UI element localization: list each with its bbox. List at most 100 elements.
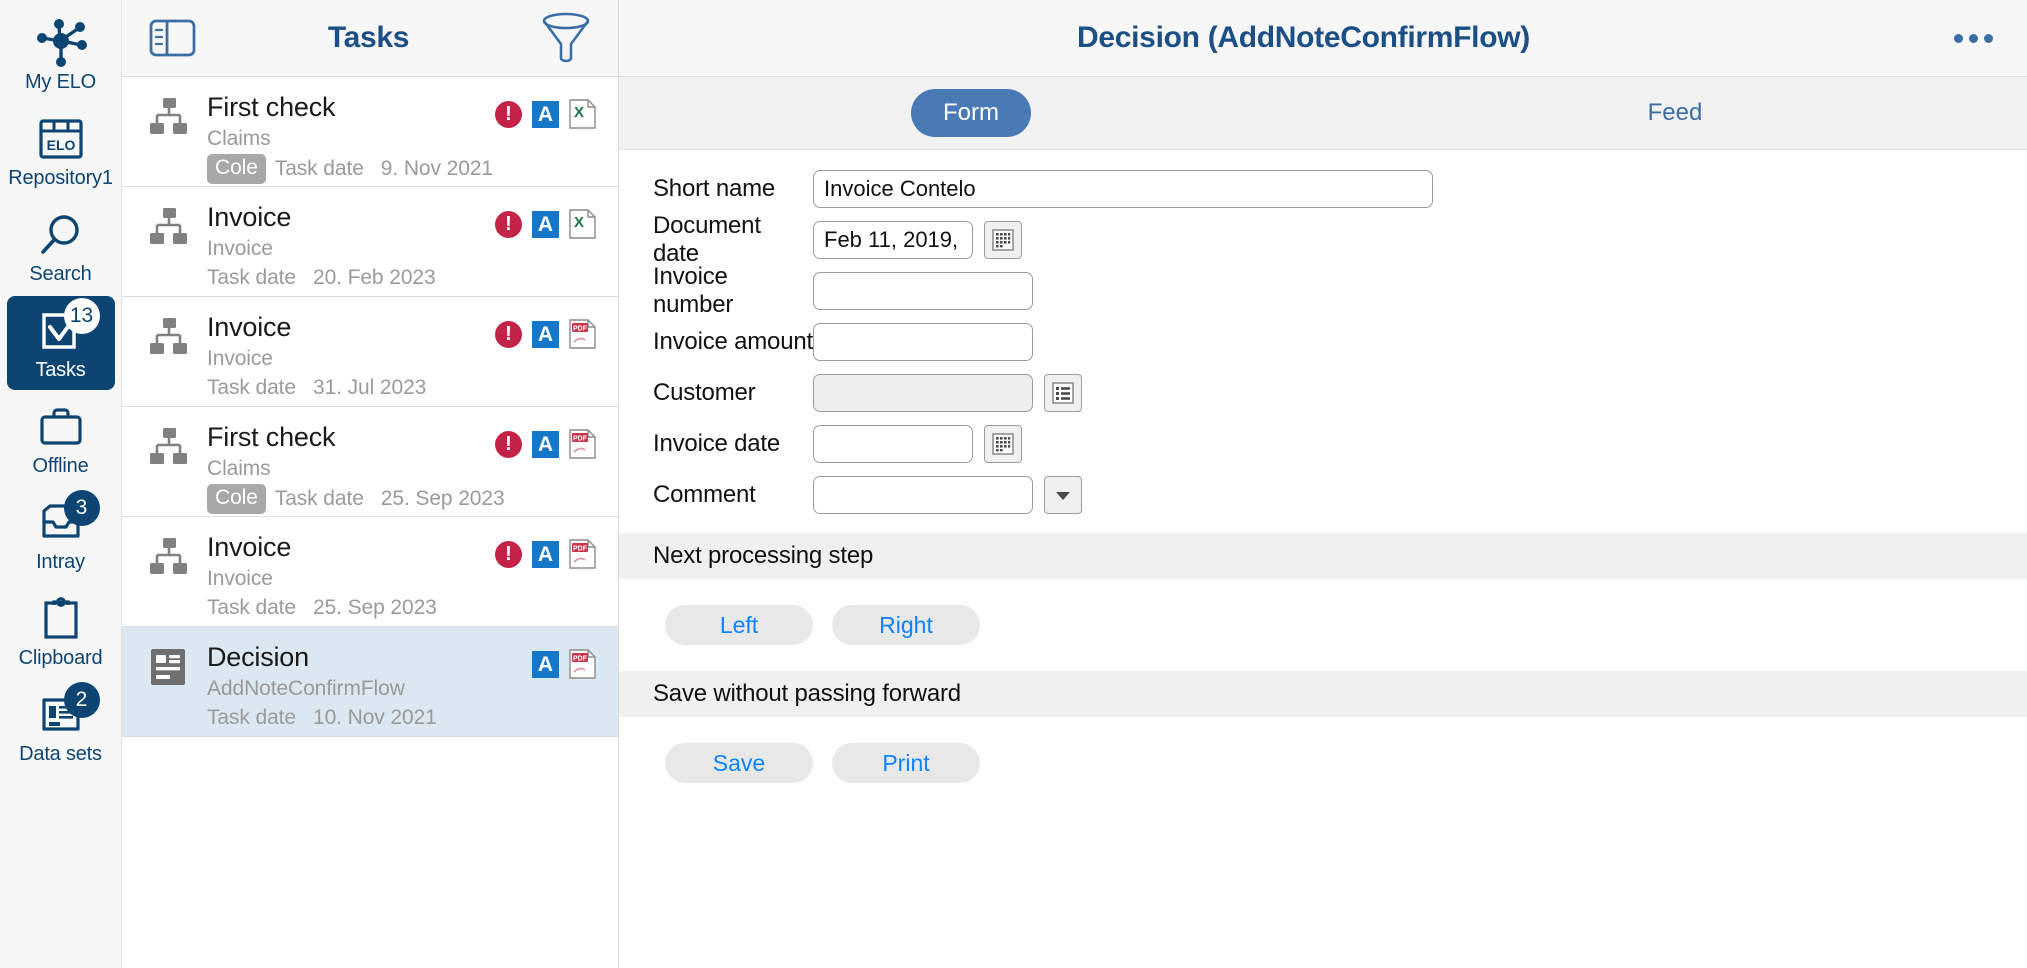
task-date-label: Task date: [207, 596, 296, 619]
task-date-value: 25. Sep 2023: [380, 487, 505, 510]
briefcase-icon: [34, 402, 88, 452]
tab-form[interactable]: Form: [619, 89, 1323, 137]
save-button[interactable]: Save: [665, 743, 813, 783]
excel-file-icon: X: [569, 99, 596, 129]
tab-label: Form: [911, 89, 1031, 137]
more-options-icon[interactable]: [1954, 33, 1993, 43]
task-row[interactable]: First check Claims Cole Task date 25. Se…: [122, 407, 618, 517]
sidebar-item-data-sets[interactable]: 2 Data sets: [7, 680, 115, 774]
document-date-input[interactable]: Feb 11, 2019,: [813, 221, 973, 259]
app-window: My ELO ELO Repository1 Search 13 Tasks O…: [0, 0, 2027, 968]
chevron-down-icon[interactable]: [1044, 476, 1082, 514]
field-document-date: Document date Feb 11, 2019,: [619, 212, 2027, 267]
left-button[interactable]: Left: [665, 605, 813, 645]
workflow-icon: [148, 421, 194, 472]
tasks-check-icon: 13: [34, 297, 100, 356]
annotation-a-icon: A: [532, 100, 559, 128]
sidebar-item-repository1[interactable]: ELO Repository1: [7, 104, 115, 198]
detail-header: Decision (AddNoteConfirmFlow): [619, 0, 2027, 77]
comment-input[interactable]: [813, 476, 1033, 514]
search-icon: [34, 210, 88, 260]
invoice-amount-input[interactable]: [813, 323, 1033, 361]
workflow-icon: [148, 311, 194, 362]
tab-label: Feed: [1647, 99, 1703, 126]
sidebar-item-clipboard[interactable]: Clipboard: [7, 584, 115, 678]
task-date-label: Task date: [274, 157, 364, 180]
task-status-icons: ! A PDF: [495, 319, 596, 349]
sidebar-item-my-elo[interactable]: My ELO: [7, 8, 115, 102]
task-status-icons: A PDF: [532, 649, 596, 679]
detail-tab-bar: Form Feed: [619, 77, 2027, 150]
invoice-date-input[interactable]: [813, 425, 973, 463]
task-date-value: 20. Feb 2023: [313, 266, 436, 289]
tab-feed[interactable]: Feed: [1323, 89, 2027, 137]
filter-funnel-icon[interactable]: [540, 10, 592, 66]
annotation-a-icon: A: [532, 210, 559, 238]
sidebar-item-offline[interactable]: Offline: [7, 392, 115, 486]
field-label: Invoice amount: [653, 328, 813, 355]
right-button[interactable]: Right: [832, 605, 980, 645]
alert-icon: !: [495, 320, 522, 348]
section-heading: Save without passing forward: [653, 680, 961, 707]
task-row[interactable]: Invoice Invoice Task date 20. Feb 2023 !…: [122, 187, 618, 297]
task-rows-container: First check Claims Cole Task date 9. Nov…: [122, 77, 618, 968]
field-label: Document date: [653, 212, 761, 267]
field-label: Invoice date: [653, 430, 781, 457]
task-date-label: Task date: [274, 487, 364, 510]
print-button[interactable]: Print: [832, 743, 980, 783]
pdf-file-icon: PDF: [569, 539, 596, 569]
calendar-icon[interactable]: [984, 425, 1022, 463]
task-subtitle: Claims: [207, 127, 271, 150]
alert-icon: !: [495, 210, 522, 238]
alert-icon: !: [495, 100, 522, 128]
pdf-file-icon: PDF: [569, 429, 596, 459]
detail-panel: Decision (AddNoteConfirmFlow) Form Feed …: [619, 0, 2027, 968]
task-date-value: 31. Jul 2023: [313, 376, 427, 399]
sidebar-item-tasks[interactable]: 13 Tasks: [6, 296, 115, 390]
task-meta: Cole Task date 25. Sep 2023: [207, 484, 596, 514]
section-next-processing-step: Next processing step: [619, 533, 2027, 579]
sidebar-item-intray[interactable]: 3 Intray: [7, 488, 115, 582]
task-subtitle: Invoice: [207, 237, 273, 260]
workflow-icon: [148, 531, 194, 582]
annotation-a-icon: A: [532, 650, 559, 678]
svg-text:X: X: [574, 214, 584, 231]
field-customer: Customer: [619, 372, 2027, 414]
sidebar-item-label: Data sets: [19, 742, 102, 765]
task-status-icons: ! A X: [495, 209, 596, 239]
field-label: Invoice number: [653, 263, 734, 318]
form-icon: [148, 641, 194, 692]
primary-navigation-rail: My ELO ELO Repository1 Search 13 Tasks O…: [0, 0, 122, 968]
form-body: Short name Invoice Contelo Document date…: [619, 150, 2027, 968]
network-hub-icon: [34, 18, 88, 68]
task-meta: Cole Task date 9. Nov 2021: [207, 154, 596, 184]
task-subtitle: Invoice: [207, 567, 273, 590]
sidebar-item-label: Search: [29, 262, 92, 285]
task-date-label: Task date: [207, 706, 296, 729]
field-comment: Comment: [619, 474, 2027, 516]
short-name-input[interactable]: Invoice Contelo: [813, 170, 1433, 208]
customer-input[interactable]: [813, 374, 1033, 412]
field-label: Short name: [653, 175, 776, 202]
task-subtitle: AddNoteConfirmFlow: [207, 677, 405, 700]
calendar-icon[interactable]: [984, 221, 1022, 259]
field-label: Comment: [653, 481, 756, 508]
invoice-number-input[interactable]: [813, 272, 1033, 310]
task-row[interactable]: Decision AddNoteConfirmFlow Task date 10…: [122, 627, 618, 737]
panel-toggle-icon[interactable]: [148, 17, 197, 59]
list-picker-icon[interactable]: [1044, 374, 1082, 412]
task-list-panel: Tasks First check Claims Cole Task date …: [122, 0, 619, 968]
save-buttons: Save Print: [619, 717, 2027, 809]
task-subtitle: Claims: [207, 457, 271, 480]
task-row[interactable]: First check Claims Cole Task date 9. Nov…: [122, 77, 618, 187]
clipboard-icon: [34, 594, 88, 644]
task-date-value: 25. Sep 2023: [313, 596, 437, 619]
sidebar-item-search[interactable]: Search: [7, 200, 115, 294]
task-list-title: Tasks: [327, 21, 410, 54]
task-row[interactable]: Invoice Invoice Task date 31. Jul 2023 !…: [122, 297, 618, 407]
task-row[interactable]: Invoice Invoice Task date 25. Sep 2023 !…: [122, 517, 618, 627]
pdf-file-icon: PDF: [569, 649, 596, 679]
svg-text:X: X: [574, 104, 584, 121]
task-date-label: Task date: [207, 266, 296, 289]
data-sets-count-badge: 2: [63, 681, 100, 718]
